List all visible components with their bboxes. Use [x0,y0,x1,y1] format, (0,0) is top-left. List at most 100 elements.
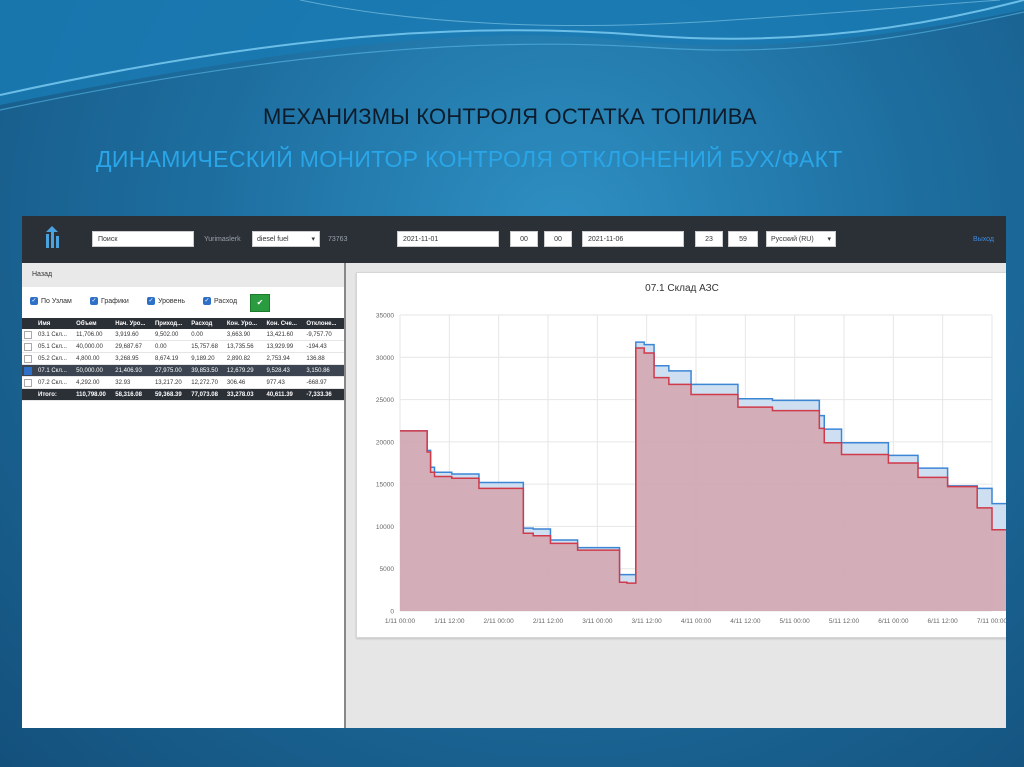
top-toolbar: Поиск Yurimaslerk diesel fuel ▾ 73763 20… [22,216,1006,263]
hour-from-input[interactable]: 00 [510,231,538,247]
cell-end-counter: 977.43 [264,376,305,389]
x-tick-label: 7/11 00:00 [977,618,1006,625]
table-row-selected[interactable]: 07.1 Скл... 50,000.00 21,406.93 27,975.0… [22,364,344,377]
cell-start-level: 3,268.95 [113,352,153,365]
checkbox-checked-icon: ✓ [203,297,211,305]
x-tick-label: 5/11 12:00 [829,618,860,625]
minute-from-input[interactable]: 00 [544,231,572,247]
fuel-level-chart[interactable]: 0 5000 10000 15000 20000 25000 30000 35000 1/11 … [357,273,1006,637]
y-tick-label: 35000 [376,313,394,320]
fuel-select[interactable]: diesel fuel ▾ [252,231,320,247]
date-to-input[interactable]: 2021-11-06 [582,231,684,247]
x-tick-label: 2/11 12:00 [533,618,564,625]
cell-end-counter: 9,528.43 [264,364,305,377]
checkbox-by-nodes[interactable]: ✓ По Узлам [30,297,72,305]
table-header-cell[interactable]: Имя [36,318,75,329]
row-checkbox[interactable] [22,376,36,389]
cell-deviation: 3,150.86 [304,364,344,377]
cell-end-level: 33,278.03 [224,388,265,401]
table-header-row: Имя Объем Нач. Уро... Приход... Расход К… [22,318,344,329]
back-button[interactable]: Назад [22,263,344,287]
cell-name: 07.1 Скл... [36,364,75,377]
cell-volume: 4,292.00 [74,376,114,389]
cell-deviation: 136.88 [304,352,344,365]
cell-start-level: 32.93 [113,376,153,389]
apply-button[interactable]: ✔ [250,294,270,312]
table-header-cell[interactable]: Кон. Сче... [264,318,305,329]
table-row[interactable]: 03.1 Скл... 11,706.00 3,919.60 9,502.00 … [22,329,344,341]
cell-total-label: Итого: [36,388,75,401]
table-header-cell[interactable]: Нач. Уро... [113,318,153,329]
cell-end-counter: 40,611.39 [264,388,305,401]
cell-end-counter: 13,929.99 [264,340,305,353]
chart-card: 07.1 Склад АЗС 0 5000 10000 15000 20000 25000… [356,272,1006,638]
search-input[interactable]: Поиск [92,231,194,247]
cell-empty [22,388,36,401]
x-tick-label: 4/11 00:00 [681,618,712,625]
slide-subtitle: ДИНАМИЧЕСКИЙ МОНИТОР КОНТРОЛЯ ОТКЛОНЕНИЙ… [96,146,843,172]
table-header-cell[interactable]: Расход [189,318,225,329]
cell-volume: 110,798.00 [74,388,114,401]
cell-income: 13,217.20 [152,376,190,389]
table-total-row: Итого: 110,798.00 58,316.08 59,368.39 77… [22,388,344,401]
table-header-select [22,318,36,329]
checkbox-label: Расход [214,297,238,305]
app-window: Поиск Yurimaslerk diesel fuel ▾ 73763 20… [22,216,1006,728]
hour-to-input[interactable]: 23 [695,231,723,247]
table-header-cell[interactable]: Приход... [152,318,190,329]
cell-end-level: 12,679.29 [224,364,265,377]
code-label: 73763 [328,236,348,243]
row-checkbox[interactable] [22,329,36,341]
cell-end-level: 3,663.90 [224,329,265,341]
cell-name: 07.2 Скл... [36,376,75,389]
cell-end-counter: 2,753.94 [264,352,305,365]
chevron-down-icon: ▾ [311,236,315,243]
cell-end-level: 2,890.82 [224,352,265,365]
checkbox-label: Уровень [158,297,185,305]
checkbox-checked-icon: ✓ [147,297,155,305]
cell-volume: 11,706.00 [74,329,114,341]
language-select[interactable]: Русский (RU) ▾ [766,231,836,247]
y-tick-label: 10000 [376,524,394,531]
checkbox-checked-icon: ✓ [90,297,98,305]
row-checkbox[interactable] [22,340,36,353]
table-header-cell[interactable]: Объем [74,318,114,329]
table-row[interactable]: 07.2 Скл... 4,292.00 32.93 13,217.20 12,… [22,376,344,389]
cell-deviation: -668.97 [304,376,344,389]
cell-expense: 77,073.08 [189,388,225,401]
username-label: Yurimaslerk [204,236,241,243]
row-checkbox[interactable] [22,352,36,365]
cell-expense: 39,853.50 [189,364,225,377]
table-row[interactable]: 05.2 Скл... 4,800.00 3,268.95 8,674.19 9… [22,352,344,365]
y-tick-label: 5000 [380,566,395,573]
row-checkbox[interactable] [22,364,36,377]
app-logo-icon [46,226,59,248]
table-row[interactable]: 05.1 Скл... 40,000.00 29,687.67 0.00 15,… [22,340,344,353]
cell-start-level: 58,316.08 [113,388,153,401]
x-tick-label: 1/11 12:00 [434,618,465,625]
checkbox-consumption[interactable]: ✓ Расход [203,297,237,305]
y-tick-label: 25000 [376,397,394,404]
x-tick-label: 6/11 12:00 [928,618,959,625]
cell-volume: 40,000.00 [74,340,114,353]
cell-deviation: -194.43 [304,340,344,353]
checkbox-level[interactable]: ✓ Уровень [147,297,185,305]
fuel-select-value: diesel fuel [257,236,289,243]
checkbox-checked-icon: ✓ [30,297,38,305]
table-header-cell[interactable]: Кон. Уро... [224,318,265,329]
checkbox-charts[interactable]: ✓ Графики [90,297,129,305]
cell-expense: 15,757.68 [189,340,225,353]
language-select-value: Русский (RU) [771,236,814,243]
cell-name: 03.1 Скл... [36,329,75,341]
chevron-down-icon: ▾ [827,236,831,243]
x-tick-label: 4/11 12:00 [730,618,761,625]
cell-income: 59,368.39 [152,388,190,401]
cell-expense: 9,189.20 [189,352,225,365]
minute-to-input[interactable]: 59 [728,231,758,247]
cell-expense: 0.00 [189,329,225,341]
logout-link[interactable]: Выход [973,236,994,243]
y-tick-label: 15000 [376,482,394,489]
x-tick-label: 5/11 00:00 [780,618,811,625]
date-from-input[interactable]: 2021-11-01 [397,231,499,247]
table-header-cell[interactable]: Отклоне... [304,318,344,329]
